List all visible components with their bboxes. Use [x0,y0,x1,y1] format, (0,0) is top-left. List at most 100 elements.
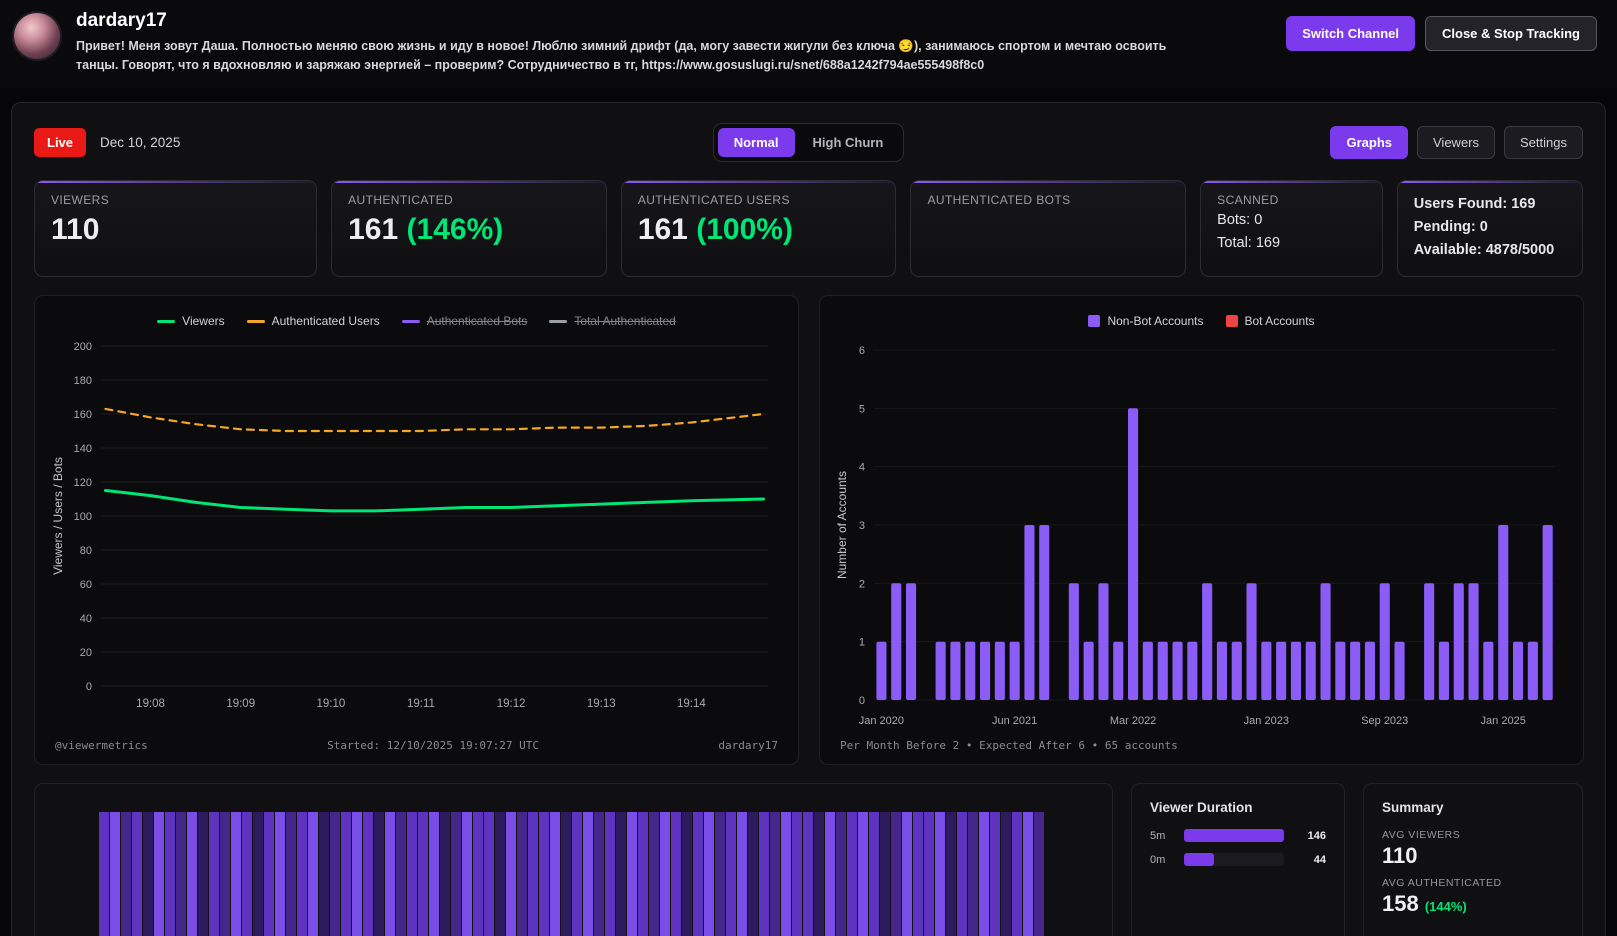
avg-viewers-value: 110 [1382,841,1564,871]
pending-line: Pending: 0 [1414,216,1566,239]
svg-text:180: 180 [74,375,92,387]
heatmap-stripe [605,812,615,936]
heatmap-stripe [902,812,912,936]
legend-item-authenticated-bots[interactable]: Authenticated Bots [402,314,528,328]
heatmap-stripe [231,812,241,936]
heatmap-stripe [187,812,197,936]
heatmap-stripe [913,812,923,936]
channel-footer-label: dardary17 [718,739,778,752]
legend-item-non-bot-accounts[interactable]: Non-Bot Accounts [1088,314,1203,328]
svg-text:5: 5 [859,403,865,415]
heatmap-stripe [649,812,659,936]
svg-text:Jan 2025: Jan 2025 [1481,715,1526,727]
stat-label: SCANNED [1217,193,1366,207]
svg-text:Jan 2020: Jan 2020 [859,715,904,727]
tab-viewers[interactable]: Viewers [1417,126,1495,159]
legend-item-total-authenticated[interactable]: Total Authenticated [549,314,675,328]
tab-settings[interactable]: Settings [1504,126,1583,159]
mode-toggle: Normal High Churn [713,123,905,162]
channel-name: dardary17 [76,10,1191,33]
heatmap-stripe [693,812,703,936]
legend-label: Authenticated Users [272,314,380,328]
heatmap-stripe [671,812,681,936]
legend-item-viewers[interactable]: Viewers [157,314,224,328]
duration-category: 0m [1150,854,1176,866]
bar-chart-legend: Non-Bot Accounts Bot Accounts [834,310,1569,332]
mode-normal-button[interactable]: Normal [718,128,795,157]
heatmap-stripe [385,812,395,936]
viewer-duration-rows: 5m1460m44 [1150,829,1326,866]
legend-label: Authenticated Bots [427,314,528,328]
svg-text:160: 160 [74,409,92,421]
heatmap-stripe [176,812,186,936]
line-chart-legend: Viewers Authenticated Users Authenticated … [49,310,784,332]
heatmap-stripe [880,812,890,936]
heatmap-stripe [308,812,318,936]
duration-bar-fill [1184,829,1284,842]
svg-text:120: 120 [74,477,92,489]
stat-value: 161 (146%) [348,213,590,246]
heatmap-stripe [682,812,692,936]
heatmap-stripe [858,812,868,936]
legend-square-swatch [1088,315,1100,327]
viewers-line-chart: 02040608010012014016018020019:0819:0919:… [49,336,784,716]
svg-text:Number of Accounts: Number of Accounts [835,471,849,579]
svg-text:80: 80 [80,545,92,557]
stat-card-users-found: Users Found: 169 Pending: 0 Available: 4… [1397,180,1583,278]
heatmap-stripe [363,812,373,936]
scanned-bots-line: Bots: 0 [1217,209,1366,232]
stat-card-authenticated-users: AUTHENTICATED USERS 161 (100%) [621,180,897,278]
heatmap-stripe [110,812,120,936]
svg-text:19:10: 19:10 [316,698,345,710]
avg-authenticated-label: AVG AUTHENTICATED [1382,877,1564,889]
svg-text:2: 2 [859,578,865,590]
dashboard-card: Live Dec 10, 2025 Normal High Churn Grap… [11,102,1606,936]
available-line: Available: 4878/5000 [1414,239,1566,262]
heatmap-stripe [627,812,637,936]
close-stop-tracking-button[interactable]: Close & Stop Tracking [1425,16,1597,51]
heatmap-stripe [968,812,978,936]
heatmap-stripe [341,812,351,936]
svg-text:Jan 2023: Jan 2023 [1244,715,1289,727]
heatmap-stripe [165,812,175,936]
duration-row-5m: 5m146 [1150,829,1326,842]
heatmap-stripe [99,812,109,936]
heatmap-stripe [374,812,384,936]
heatmap-stripe [286,812,296,936]
legend-line-swatch [402,320,420,323]
switch-channel-button[interactable]: Switch Channel [1286,16,1415,51]
heatmap-stripe [517,812,527,936]
stream-status: Live Dec 10, 2025 [34,128,713,157]
heatmap-stripe [891,812,901,936]
heatmap-stripe [1012,812,1022,936]
tab-graphs[interactable]: Graphs [1330,126,1408,159]
duration-bar-fill [1184,853,1214,866]
heatmap-stripe [781,812,791,936]
channel-header: dardary17 Привет! Меня зовут Даша. Полно… [0,0,1617,88]
svg-text:19:14: 19:14 [677,698,706,710]
heatmap-stripe [847,812,857,936]
account-age-bar-chart: 0123456Jan 2020Jun 2021Mar 2022Jan 2023S… [834,336,1569,734]
heatmap-stripe [264,812,274,936]
account-age-bar-chart-panel: Non-Bot AccountsBot Accounts 0123456Jan … [819,295,1584,765]
charts-row: Viewers Authenticated Users Authenticated … [34,295,1583,765]
channel-avatar[interactable] [14,13,60,59]
duration-heatmap-panel: 5m [34,783,1113,936]
heatmap-stripe [935,812,945,936]
svg-text:19:09: 19:09 [226,698,255,710]
heatmap-stripe [869,812,879,936]
mode-high-churn-button[interactable]: High Churn [797,128,900,157]
bottom-row: 5m Viewer Duration 5m1460m44 Summary AVG… [34,783,1583,936]
heatmap-stripe [429,812,439,936]
stream-date: Dec 10, 2025 [100,135,180,150]
legend-square-swatch [1226,315,1238,327]
legend-item-authenticated-users[interactable]: Authenticated Users [247,314,380,328]
heatmap-stripe [275,812,285,936]
scanned-total-line: Total: 169 [1217,232,1366,255]
legend-item-bot-accounts[interactable]: Bot Accounts [1226,314,1315,328]
heatmap-stripe [143,812,153,936]
heatmap-stripe [242,812,252,936]
stat-label: VIEWERS [51,193,300,207]
watermark: @viewermetrics [55,739,148,752]
viewer-duration-title: Viewer Duration [1150,800,1326,815]
